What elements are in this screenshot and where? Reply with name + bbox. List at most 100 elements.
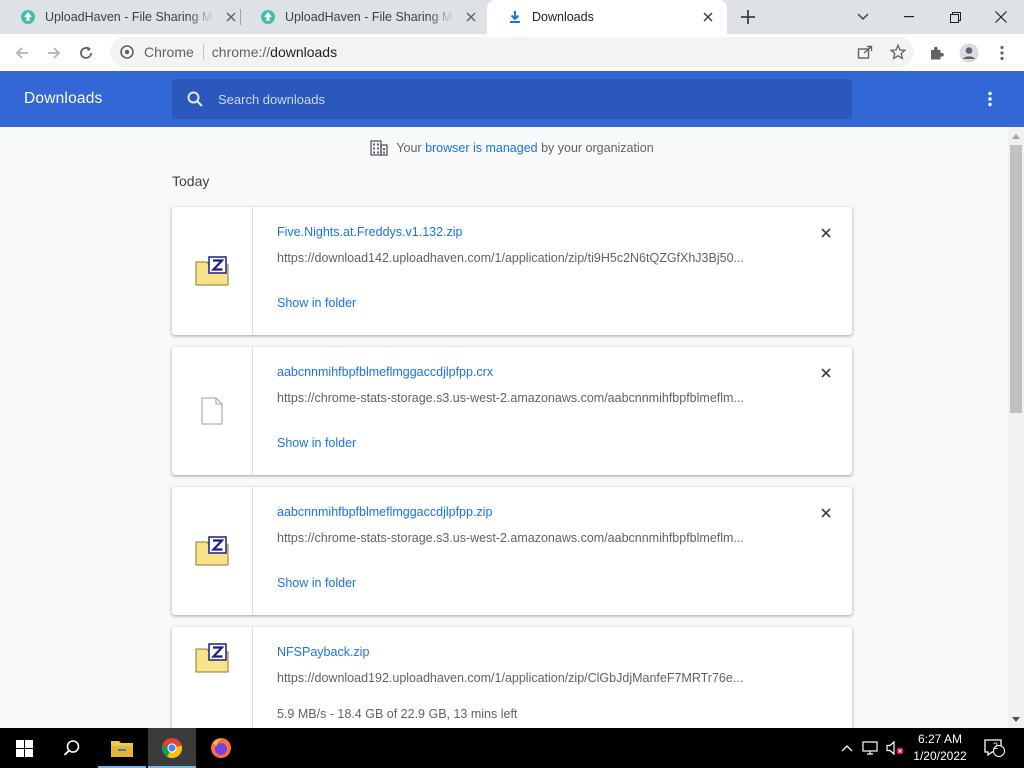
volume-tray-button[interactable] bbox=[884, 728, 906, 768]
date-section-heading: Today bbox=[172, 173, 210, 189]
download-item-in-progress: NFSPayback.zip https://download192.uploa… bbox=[172, 627, 852, 728]
file-icon-column bbox=[172, 347, 253, 475]
tab-close-icon[interactable] bbox=[462, 8, 480, 26]
address-bar[interactable]: Chrome chrome://downloads bbox=[110, 37, 914, 67]
plus-icon bbox=[741, 10, 755, 24]
search-icon bbox=[63, 740, 80, 756]
show-in-folder-link[interactable]: Show in folder bbox=[277, 576, 356, 590]
network-tray-button[interactable] bbox=[860, 728, 882, 768]
search-icon bbox=[187, 91, 203, 107]
remove-download-button[interactable] bbox=[816, 503, 836, 523]
tab-close-icon[interactable] bbox=[699, 8, 717, 26]
generic-file-icon bbox=[201, 397, 223, 425]
notification-count-badge: 2 bbox=[993, 741, 999, 751]
tab-search-button[interactable] bbox=[840, 0, 886, 34]
file-explorer-icon bbox=[111, 741, 133, 757]
tab-uploadhaven-1[interactable]: UploadHaven - File Sharing Made Simple bbox=[0, 0, 250, 34]
show-in-folder-link[interactable]: Show in folder bbox=[277, 436, 356, 450]
star-icon bbox=[890, 44, 906, 60]
forward-button[interactable] bbox=[41, 40, 67, 66]
close-icon bbox=[821, 368, 831, 378]
chevron-up-icon bbox=[841, 745, 853, 752]
browser-toolbar: Chrome chrome://downloads bbox=[0, 34, 1024, 71]
close-icon bbox=[995, 11, 1007, 23]
show-in-folder-link[interactable]: Show in folder bbox=[277, 296, 356, 310]
download-filename-link[interactable]: Five.Nights.at.Freddys.v1.132.zip bbox=[277, 225, 463, 239]
zip-file-icon bbox=[195, 256, 229, 286]
reload-button[interactable] bbox=[73, 40, 99, 66]
managed-notice: Your browser is managed by your organiza… bbox=[0, 140, 1008, 156]
download-filename-link[interactable]: aabcnnmihfbpfblmeflmggaccdjlpfpp.zip bbox=[277, 505, 492, 519]
download-item: aabcnnmihfbpfblmeflmggaccdjlpfpp.crx htt… bbox=[172, 347, 852, 475]
search-input[interactable] bbox=[218, 91, 818, 107]
chrome-logo-icon bbox=[120, 45, 134, 59]
bookmark-star-button[interactable] bbox=[885, 37, 911, 67]
restore-icon bbox=[949, 11, 961, 23]
zip-file-icon bbox=[195, 643, 229, 673]
tab-label: Downloads bbox=[532, 10, 594, 24]
omnibox-separator bbox=[202, 44, 204, 60]
tab-label: UploadHaven - File Sharing Made Simple bbox=[285, 10, 454, 24]
windows-taskbar: 6:27 AM 1/20/2022 2 bbox=[0, 728, 1024, 768]
page-scrollbar[interactable] bbox=[1008, 127, 1024, 728]
remove-download-button[interactable] bbox=[816, 223, 836, 243]
vertical-dots-icon bbox=[1000, 45, 1004, 61]
close-icon bbox=[821, 508, 831, 518]
vertical-dots-icon bbox=[988, 91, 992, 107]
downloads-list: Your browser is managed by your organiza… bbox=[0, 127, 1008, 728]
download-source-url[interactable]: https://download142.uploadhaven.com/1/ap… bbox=[277, 251, 777, 265]
chrome-logo-icon bbox=[161, 738, 183, 759]
minimize-button[interactable] bbox=[886, 0, 932, 34]
extensions-button[interactable] bbox=[924, 40, 950, 66]
file-icon-column bbox=[172, 627, 253, 728]
uploadhaven-favicon-icon bbox=[21, 10, 35, 24]
download-item: aabcnnmihfbpfblmeflmggaccdjlpfpp.zip htt… bbox=[172, 487, 852, 615]
download-source-url[interactable]: https://chrome-stats-storage.s3.us-west-… bbox=[277, 391, 777, 405]
download-source-url[interactable]: https://download192.uploadhaven.com/1/ap… bbox=[277, 671, 777, 685]
taskbar-file-explorer[interactable] bbox=[98, 728, 146, 768]
remove-download-button[interactable] bbox=[816, 363, 836, 383]
share-button[interactable] bbox=[852, 37, 878, 67]
taskbar-search-button[interactable] bbox=[48, 728, 96, 768]
page-title: Downloads bbox=[24, 90, 103, 107]
taskbar-clock[interactable]: 6:27 AM 1/20/2022 bbox=[904, 731, 976, 765]
tab-uploadhaven-2[interactable]: UploadHaven - File Sharing Made Simple bbox=[240, 0, 490, 34]
new-tab-button[interactable] bbox=[736, 5, 760, 29]
avatar-icon bbox=[959, 43, 979, 63]
profile-button[interactable] bbox=[956, 40, 982, 66]
download-filename-link[interactable]: aabcnnmihfbpfblmeflmggaccdjlpfpp.crx bbox=[277, 365, 493, 379]
back-button[interactable] bbox=[9, 40, 35, 66]
restore-button[interactable] bbox=[932, 0, 978, 34]
url-host: downloads bbox=[270, 44, 338, 60]
scrollbar-thumb[interactable] bbox=[1010, 145, 1022, 413]
search-box[interactable] bbox=[172, 79, 852, 119]
tab-downloads[interactable]: Downloads bbox=[487, 0, 727, 34]
taskbar-firefox[interactable] bbox=[197, 728, 245, 768]
scroll-down-arrow-icon[interactable] bbox=[1008, 712, 1024, 726]
close-window-button[interactable] bbox=[978, 0, 1024, 34]
volume-muted-icon bbox=[886, 740, 904, 756]
puzzle-icon bbox=[931, 46, 944, 60]
chevron-down-icon bbox=[857, 13, 869, 20]
taskbar-chrome[interactable] bbox=[148, 728, 196, 768]
download-source-url[interactable]: https://chrome-stats-storage.s3.us-west-… bbox=[277, 531, 777, 545]
managed-prefix: Your bbox=[396, 141, 426, 155]
action-center-button[interactable]: 2 bbox=[980, 728, 1008, 768]
managed-suffix: by your organization bbox=[537, 141, 654, 155]
minimize-icon bbox=[904, 16, 914, 18]
zip-file-icon bbox=[195, 536, 229, 566]
download-filename-link[interactable]: NFSPayback.zip bbox=[277, 645, 369, 659]
share-icon bbox=[857, 45, 873, 59]
building-icon bbox=[370, 140, 389, 156]
tab-close-icon[interactable] bbox=[222, 8, 240, 26]
show-hidden-icons-button[interactable] bbox=[838, 728, 856, 768]
downloads-more-actions-button[interactable] bbox=[978, 87, 1002, 111]
chrome-menu-button[interactable] bbox=[989, 40, 1015, 66]
download-progress-status: 5.9 MB/s - 18.4 GB of 22.9 GB, 13 mins l… bbox=[277, 707, 518, 721]
scroll-up-arrow-icon[interactable] bbox=[1008, 129, 1024, 143]
file-icon-column bbox=[172, 487, 253, 615]
managed-link[interactable]: browser is managed bbox=[425, 141, 538, 155]
network-icon bbox=[862, 741, 878, 755]
start-button[interactable] bbox=[0, 728, 48, 768]
back-arrow-icon bbox=[15, 47, 28, 59]
